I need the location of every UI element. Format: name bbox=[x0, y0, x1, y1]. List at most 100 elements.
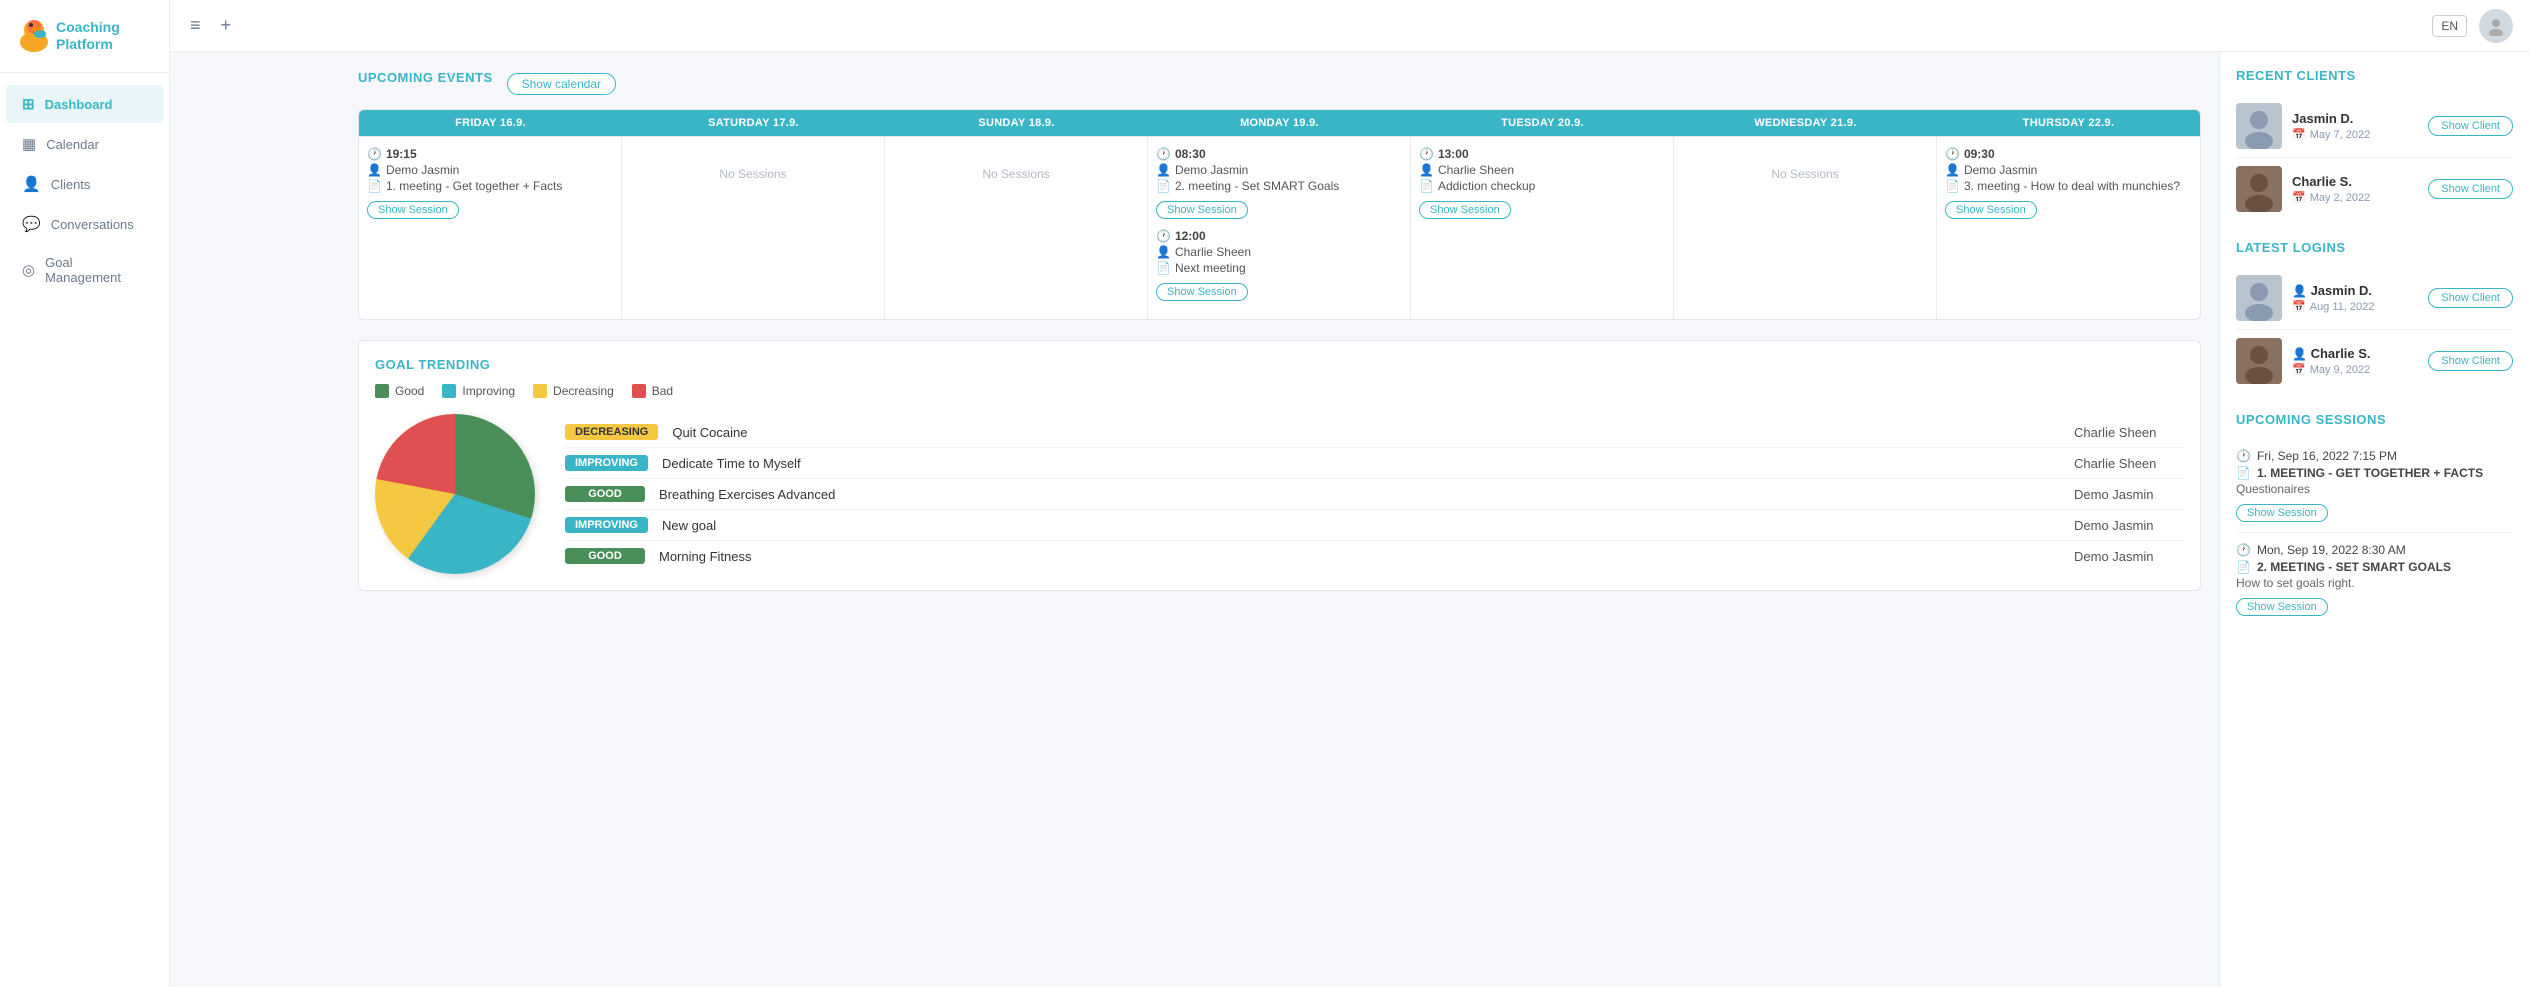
show-session-button-mon1[interactable]: Show Session bbox=[1156, 201, 1248, 219]
recent-client-date-1: 📅 May 2, 2022 bbox=[2292, 191, 2418, 204]
recent-clients-section: RECENT CLIENTS Jasmin D. 📅 May 7, 2022 bbox=[2236, 68, 2513, 220]
recent-client-avatar-1 bbox=[2236, 166, 2282, 212]
show-session-button-upcoming-0[interactable]: Show Session bbox=[2236, 504, 2328, 522]
no-sessions-wed: No Sessions bbox=[1682, 167, 1928, 181]
show-session-button-tue[interactable]: Show Session bbox=[1419, 201, 1511, 219]
cal-header-wed: WEDNESDAY 21.9. bbox=[1674, 110, 1937, 136]
goal-client-0: Charlie Sheen bbox=[2074, 425, 2184, 440]
dashboard-icon: ⊞ bbox=[22, 95, 35, 113]
sidebar-item-conversations[interactable]: 💬 Conversations bbox=[6, 205, 163, 243]
session-name-0: 📄 1. MEETING - GET TOGETHER + FACTS bbox=[2236, 466, 2513, 480]
legend-improving-dot bbox=[442, 384, 456, 398]
main-content: UPCOMING EVENTS Show calendar FRIDAY 16.… bbox=[340, 52, 2529, 987]
clients-icon: 👤 bbox=[22, 175, 41, 193]
logo-area: Coaching Platform bbox=[0, 0, 169, 73]
add-button[interactable]: + bbox=[217, 11, 236, 40]
clock-icon-m2: 🕐 bbox=[1156, 229, 1171, 243]
show-session-button-mon2[interactable]: Show Session bbox=[1156, 283, 1248, 301]
doc-icon-m2: 📄 bbox=[1156, 261, 1171, 275]
goal-client-3: Demo Jasmin bbox=[2074, 518, 2184, 533]
legend-bad-dot bbox=[632, 384, 646, 398]
topbar-left: ≡ + bbox=[186, 11, 235, 40]
calendar-icon: ▦ bbox=[22, 135, 36, 153]
goals-table: DECREASING Quit Cocaine Charlie Sheen IM… bbox=[565, 417, 2184, 571]
goal-name-2: Breathing Exercises Advanced bbox=[659, 487, 2060, 502]
show-session-button-upcoming-1[interactable]: Show Session bbox=[2236, 598, 2328, 616]
recent-client-info-1: Charlie S. 📅 May 2, 2022 bbox=[2292, 174, 2418, 204]
person-icon-t1: 👤 bbox=[1419, 163, 1434, 177]
show-client-button-login-0[interactable]: Show Client bbox=[2428, 288, 2513, 308]
latest-logins-title: LATEST LOGINS bbox=[2236, 240, 2513, 255]
cal-header-mon: MONDAY 19.9. bbox=[1148, 110, 1411, 136]
upcoming-events-title: UPCOMING EVENTS bbox=[358, 70, 493, 85]
cal-col-saturday: No Sessions bbox=[622, 137, 885, 319]
topbar-right: EN bbox=[2432, 9, 2513, 43]
goal-badge-0: DECREASING bbox=[565, 424, 658, 440]
upcoming-sessions-section: UPCOMING SESSIONS 🕐 Fri, Sep 16, 2022 7:… bbox=[2236, 412, 2513, 626]
pie-chart bbox=[375, 414, 535, 574]
person-icon: 👤 bbox=[367, 163, 382, 177]
sidebar-item-calendar[interactable]: ▦ Calendar bbox=[6, 125, 163, 163]
legend-improving: Improving bbox=[442, 384, 515, 398]
show-calendar-button[interactable]: Show calendar bbox=[507, 73, 616, 95]
topbar: ≡ + EN bbox=[170, 0, 2529, 52]
trending-content: DECREASING Quit Cocaine Charlie Sheen IM… bbox=[375, 414, 2184, 574]
menu-button[interactable]: ≡ bbox=[186, 11, 205, 40]
habinator-logo-icon bbox=[12, 14, 56, 58]
center-panel: UPCOMING EVENTS Show calendar FRIDAY 16.… bbox=[340, 52, 2219, 987]
cal-col-tuesday: 🕐13:00 👤Charlie Sheen 📄Addiction checkup… bbox=[1411, 137, 1674, 319]
goal-icon: ◎ bbox=[22, 261, 35, 279]
cal-header-fri: FRIDAY 16.9. bbox=[359, 110, 622, 136]
avatar-icon-0 bbox=[2236, 103, 2282, 149]
goal-name-1: Dedicate Time to Myself bbox=[662, 456, 2060, 471]
goal-badge-4: GOOD bbox=[565, 548, 645, 564]
calendar-grid: FRIDAY 16.9. SATURDAY 17.9. SUNDAY 18.9.… bbox=[358, 109, 2201, 320]
cal-event-monday-1: 🕐08:30 👤Demo Jasmin 📄2. meeting - Set SM… bbox=[1156, 147, 1402, 219]
legend-good: Good bbox=[375, 384, 424, 398]
show-client-button-login-1[interactable]: Show Client bbox=[2428, 351, 2513, 371]
cal-col-friday: 🕐19:15 👤Demo Jasmin 📄1. meeting - Get to… bbox=[359, 137, 622, 319]
sidebar-item-clients[interactable]: 👤 Clients bbox=[6, 165, 163, 203]
upcoming-events-header: UPCOMING EVENTS Show calendar bbox=[358, 70, 2201, 97]
person-icon-ll1: 👤 bbox=[2292, 347, 2307, 361]
recent-clients-title: RECENT CLIENTS bbox=[2236, 68, 2513, 83]
goal-row-3: IMPROVING New goal Demo Jasmin bbox=[565, 510, 2184, 541]
clock-icon-s1: 🕐 bbox=[2236, 543, 2251, 557]
session-entry-0: 🕐 Fri, Sep 16, 2022 7:15 PM 📄 1. MEETING… bbox=[2236, 439, 2513, 533]
pie-chart-visual bbox=[375, 414, 535, 574]
cal-header-thu: THURSDAY 22.9. bbox=[1937, 110, 2200, 136]
show-client-button-recent-1[interactable]: Show Client bbox=[2428, 179, 2513, 199]
goal-row-2: GOOD Breathing Exercises Advanced Demo J… bbox=[565, 479, 2184, 510]
goal-trending-title: GOAL TRENDING bbox=[375, 357, 2184, 372]
avatar-icon-1 bbox=[2236, 166, 2282, 212]
show-session-button-fri[interactable]: Show Session bbox=[367, 201, 459, 219]
login-client-info-0: 👤 Jasmin D. 📅 Aug 11, 2022 bbox=[2292, 283, 2418, 313]
login-avatar-icon-0 bbox=[2236, 275, 2282, 321]
cal-event-monday-2: 🕐12:00 👤Charlie Sheen 📄Next meeting Show… bbox=[1156, 229, 1402, 301]
legend-decreasing: Decreasing bbox=[533, 384, 614, 398]
language-selector[interactable]: EN bbox=[2432, 15, 2467, 37]
sidebar-item-goal-management[interactable]: ◎ Goal Management bbox=[6, 245, 163, 295]
user-avatar-button[interactable] bbox=[2479, 9, 2513, 43]
goal-client-4: Demo Jasmin bbox=[2074, 549, 2184, 564]
sidebar-item-dashboard[interactable]: ⊞ Dashboard bbox=[6, 85, 163, 123]
sidebar-item-conversations-label: Conversations bbox=[51, 217, 134, 232]
clock-icon-t1: 🕐 bbox=[1419, 147, 1434, 161]
cal-col-sunday: No Sessions bbox=[885, 137, 1148, 319]
goal-legend: Good Improving Decreasing Bad bbox=[375, 384, 2184, 398]
goal-badge-2: GOOD bbox=[565, 486, 645, 502]
doc-icon-m1: 📄 bbox=[1156, 179, 1171, 193]
show-client-button-recent-0[interactable]: Show Client bbox=[2428, 116, 2513, 136]
calendar-icon-ll1: 📅 bbox=[2292, 363, 2306, 376]
logo-text: Coaching Platform bbox=[56, 19, 120, 53]
recent-client-row-1: Charlie S. 📅 May 2, 2022 Show Client bbox=[2236, 158, 2513, 220]
sidebar-item-dashboard-label: Dashboard bbox=[45, 97, 113, 112]
legend-bad: Bad bbox=[632, 384, 673, 398]
show-session-button-thu[interactable]: Show Session bbox=[1945, 201, 2037, 219]
person-icon-th1: 👤 bbox=[1945, 163, 1960, 177]
clock-icon-th1: 🕐 bbox=[1945, 147, 1960, 161]
person-icon-m2: 👤 bbox=[1156, 245, 1171, 259]
recent-client-name-0: Jasmin D. bbox=[2292, 111, 2418, 126]
recent-client-info-0: Jasmin D. 📅 May 7, 2022 bbox=[2292, 111, 2418, 141]
recent-client-date-0: 📅 May 7, 2022 bbox=[2292, 128, 2418, 141]
